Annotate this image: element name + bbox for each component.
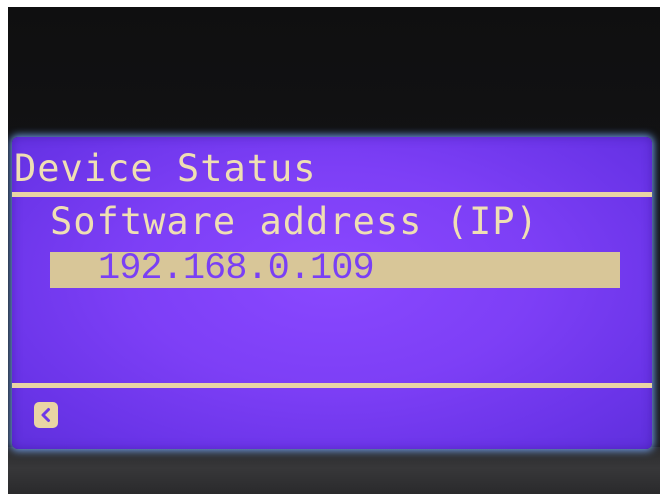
title-divider (12, 192, 652, 197)
ip-address-field[interactable]: 192.168.0.109 (50, 248, 620, 290)
software-address-label: Software address (IP) (50, 200, 539, 243)
chevron-left-icon (38, 407, 54, 423)
device-bezel: Device Status Software address (IP) 192.… (8, 7, 660, 494)
back-button[interactable] (34, 402, 58, 428)
device-lower-bezel (8, 447, 660, 494)
lcd-screen: Device Status Software address (IP) 192.… (12, 137, 652, 449)
footer-divider (12, 383, 652, 388)
screen-title: Device Status (14, 147, 317, 190)
ip-address-value: 192.168.0.109 (98, 248, 375, 290)
